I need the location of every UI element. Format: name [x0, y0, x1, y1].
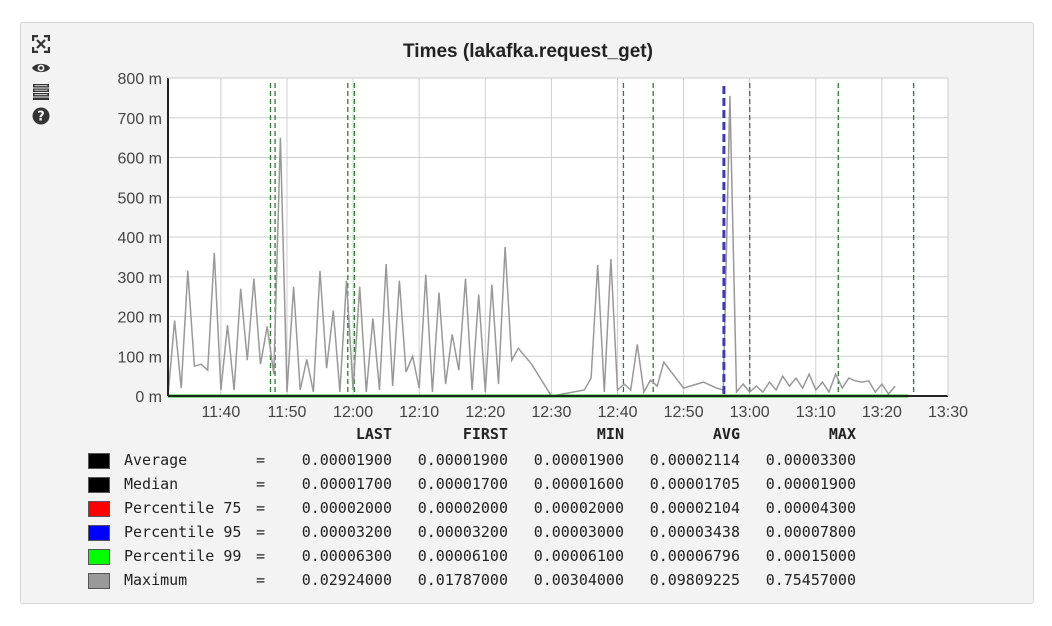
legend-value-min: 0.00001900	[533, 451, 624, 469]
legend-row[interactable]: Percentile 95 = 0.00003200 0.00003200 0.0000…	[88, 520, 856, 544]
legend-header-max: MAX	[828, 425, 856, 443]
legend-series-name: Average	[124, 451, 188, 469]
legend-equals: =	[256, 523, 266, 541]
legend-value-min: 0.00003000	[533, 523, 624, 541]
legend-series-name: Percentile 95	[124, 523, 242, 541]
legend-value-min: 0.00006100	[533, 547, 624, 565]
legend-table: LAST FIRST MIN AVG MAX Average = 0.0000190…	[88, 424, 856, 592]
legend-swatch[interactable]	[88, 500, 110, 517]
chart-title: Times (lakafka.request_get)	[403, 41, 653, 62]
legend-value-last: 0.00003200	[301, 523, 392, 541]
legend-value-max: 0.00015000	[765, 547, 856, 565]
x-tick-label: 12:10	[399, 404, 439, 420]
legend-value-max: 0.00001900	[765, 475, 856, 493]
legend-value-first: 0.00006100	[417, 547, 508, 565]
legend-header-last: LAST	[355, 425, 392, 443]
legend-value-max: 0.00004300	[765, 499, 856, 517]
legend-value-first: 0.01787000	[417, 571, 508, 589]
x-tick-label: 13:20	[862, 404, 902, 420]
legend-swatch-cell	[88, 448, 124, 472]
x-tick-label: 13:00	[730, 404, 770, 420]
legend-value-first: 0.00001900	[417, 451, 508, 469]
legend-swatch-cell	[88, 568, 124, 592]
legend-row[interactable]: Percentile 99 = 0.00006300 0.00006100 0.0000…	[88, 544, 856, 568]
legend-series-name: Percentile 99	[124, 547, 242, 565]
legend-value-first: 0.00003200	[417, 523, 508, 541]
legend-series-name: Maximum	[124, 571, 188, 589]
legend-value-avg: 0.00003438	[649, 523, 740, 541]
legend-row[interactable]: Maximum = 0.02924000 0.01787000 0.00304000 0.…	[88, 568, 856, 592]
times-chart: Times (lakafka.request_get) 0 m 100 m 200 …	[118, 41, 969, 420]
y-tick-label: 500 m	[118, 190, 162, 207]
legend-value-avg: 0.00002114	[649, 451, 740, 469]
legend-swatch[interactable]	[88, 452, 110, 469]
legend-value-last: 0.00001900	[301, 451, 392, 469]
legend: LAST FIRST MIN AVG MAX Average = 0.0000190…	[88, 424, 856, 592]
legend-header-avg: AVG	[712, 425, 740, 443]
legend-swatch-cell	[88, 472, 124, 496]
y-tick-label: 400 m	[118, 230, 162, 247]
legend-value-first: 0.00001700	[417, 475, 508, 493]
legend-equals: =	[256, 475, 266, 493]
legend-row[interactable]: Percentile 75 = 0.00002000 0.00002000 0.0000…	[88, 496, 856, 520]
y-tick-label: 100 m	[118, 349, 162, 366]
x-tick-label: 12:50	[664, 404, 704, 420]
legend-equals: =	[256, 499, 266, 517]
legend-series-name: Percentile 75	[124, 499, 242, 517]
legend-value-min: 0.00001600	[533, 475, 624, 493]
legend-row[interactable]: Median = 0.00001700 0.00001700 0.00001600 0.0…	[88, 472, 856, 496]
x-tick-label: 12:00	[333, 404, 373, 420]
legend-value-avg: 0.00006796	[649, 547, 740, 565]
legend-row[interactable]: Average = 0.00001900 0.00001900 0.00001900 0.…	[88, 448, 856, 472]
x-tick-label: 13:30	[928, 404, 968, 420]
y-tick-label: 800 m	[118, 71, 162, 88]
legend-swatch-cell	[88, 520, 124, 544]
legend-value-last: 0.00001700	[301, 475, 392, 493]
legend-header-row: LAST FIRST MIN AVG MAX	[88, 424, 856, 448]
legend-header-min: MIN	[596, 425, 624, 443]
legend-swatch[interactable]	[88, 548, 110, 565]
legend-swatch[interactable]	[88, 524, 110, 541]
x-tick-label: 12:30	[531, 404, 571, 420]
legend-value-min: 0.00304000	[533, 571, 624, 589]
legend-value-last: 0.00006300	[301, 547, 392, 565]
legend-value-avg: 0.00002104	[649, 499, 740, 517]
y-tick-label: 300 m	[118, 270, 162, 287]
legend-swatch-cell	[88, 496, 124, 520]
legend-header-first: FIRST	[462, 425, 508, 443]
x-tick-label: 12:40	[597, 404, 637, 420]
y-tick-label: 600 m	[118, 151, 162, 168]
legend-swatch[interactable]	[88, 572, 110, 589]
legend-series-name: Median	[124, 475, 179, 493]
legend-value-min: 0.00002000	[533, 499, 624, 517]
legend-equals: =	[256, 451, 266, 469]
legend-equals: =	[256, 547, 266, 565]
x-tick-label: 11:50	[268, 404, 307, 420]
legend-value-max: 0.00003300	[765, 451, 856, 469]
legend-value-max: 0.00007800	[765, 523, 856, 541]
legend-value-avg: 0.00001705	[649, 475, 740, 493]
legend-value-max: 0.75457000	[765, 571, 856, 589]
x-tick-label: 12:20	[465, 404, 505, 420]
y-tick-label: 200 m	[118, 310, 162, 327]
x-tick-label: 13:10	[796, 404, 836, 420]
y-tick-label: 700 m	[118, 111, 162, 128]
legend-swatch-cell	[88, 544, 124, 568]
legend-value-avg: 0.09809225	[649, 571, 740, 589]
legend-value-first: 0.00002000	[417, 499, 508, 517]
legend-equals: =	[256, 571, 266, 589]
legend-value-last: 0.00002000	[301, 499, 392, 517]
legend-swatch[interactable]	[88, 476, 110, 493]
legend-value-last: 0.02924000	[301, 571, 392, 589]
x-tick-label: 11:40	[201, 404, 240, 420]
y-tick-label: 0 m	[135, 389, 162, 406]
